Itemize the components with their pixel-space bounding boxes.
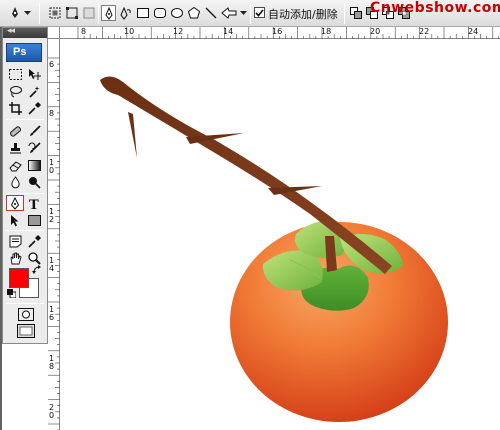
lasso-tool-icon[interactable] [6,83,24,99]
spot-healing-brush-icon[interactable] [6,123,24,139]
rectangle-tool-icon[interactable] [25,212,43,228]
magic-wand-icon[interactable] [25,83,43,99]
history-brush-icon[interactable] [25,140,43,156]
type-tool-icon[interactable]: T [25,195,43,211]
auto-add-delete-label[interactable]: 自动添加/删除 [268,6,338,22]
ruler-left-label: 8 [49,109,55,118]
ruler-top-label: 24 [468,27,479,36]
notes-tool-icon[interactable] [6,233,24,249]
zoom-tool-icon[interactable] [25,250,43,266]
persimmon-artwork[interactable] [61,40,500,430]
quick-mask-icon[interactable] [16,306,36,322]
tools-panel-header[interactable]: ◂◂ [3,26,47,38]
brush-tool-icon[interactable] [25,123,43,139]
freeform-pen-icon[interactable] [118,5,133,21]
rounded-rectangle-shape-icon[interactable] [152,5,167,21]
thorn [128,112,137,158]
default-colors-icon[interactable] [7,289,16,298]
path-selection-icon[interactable] [6,212,24,228]
ruler-top-label: 22 [419,27,430,36]
screen-mode-icon[interactable] [16,323,36,339]
eraser-tool-icon[interactable] [6,157,24,173]
ps-logo[interactable]: Ps [6,43,42,62]
swap-colors-icon[interactable] [32,265,42,275]
ruler-left-label: 1 4 [49,256,55,273]
vertical-ruler[interactable]: 6 8 1 0 1 2 1 4 1 6 1 8 2 0 [48,39,60,430]
add-to-shape-area-icon[interactable] [349,5,363,21]
watermark: Cnwebshow.com [370,0,500,16]
ellipse-shape-icon[interactable] [169,5,184,21]
foreground-color-swatch[interactable] [9,268,29,288]
svg-text:T: T [29,198,39,210]
fill-pixels-icon[interactable] [81,5,96,21]
ruler-left-label: 1 6 [49,305,55,322]
shape-layers-icon[interactable] [47,5,62,21]
eyedropper-tool-icon[interactable] [25,100,43,116]
rectangular-marquee-icon[interactable] [6,66,24,82]
paths-mode-icon[interactable] [64,5,79,21]
document-canvas[interactable] [61,40,500,430]
color-sampler-icon[interactable] [25,233,43,249]
options-bar: 自动添加/删除 Cnwebshow.com [0,0,500,27]
collapse-arrows[interactable]: ◂◂ [7,26,15,36]
ruler-left-label: 1 2 [49,207,55,224]
gradient-tool-icon[interactable] [25,157,43,173]
ruler-left-label: 2 0 [49,403,55,420]
dodge-tool-icon[interactable] [25,174,43,190]
clone-stamp-icon[interactable] [6,140,24,156]
custom-shape-icon[interactable] [220,5,238,21]
ruler-origin[interactable] [48,27,60,39]
ruler-top-label: 8 [81,27,87,36]
pen-icon[interactable] [6,195,24,211]
tool-preset-dropdown-icon[interactable] [23,5,31,21]
hand-tool-icon[interactable] [6,250,24,266]
tools-panel: ◂◂ Ps T [2,26,48,344]
ruler-left-label: 1 8 [49,354,55,371]
ruler-top-label: 10 [124,27,135,36]
line-shape-icon[interactable] [203,5,218,21]
blur-tool-icon[interactable] [6,174,24,190]
ruler-left-label: 6 [49,60,55,69]
ruler-top-label: 16 [272,27,283,36]
ruler-top-label: 18 [321,27,332,36]
move-tool-icon[interactable] [25,66,43,82]
crop-tool-icon[interactable] [6,100,24,116]
geometry-options-dropdown-icon[interactable] [239,5,247,21]
pen-tool-icon[interactable] [101,5,116,21]
rectangle-shape-icon[interactable] [135,5,150,21]
ruler-left-label: 1 0 [49,158,55,175]
auto-add-delete-checkbox[interactable] [254,7,265,18]
polygon-shape-icon[interactable] [186,5,201,21]
horizontal-ruler[interactable]: 8 10 12 14 16 18 20 22 24 [60,27,500,39]
ruler-top-label: 20 [370,27,381,36]
tool-preset-pen-icon[interactable] [8,5,22,21]
ruler-top-label: 12 [173,27,184,36]
ruler-top-label: 14 [223,27,234,36]
